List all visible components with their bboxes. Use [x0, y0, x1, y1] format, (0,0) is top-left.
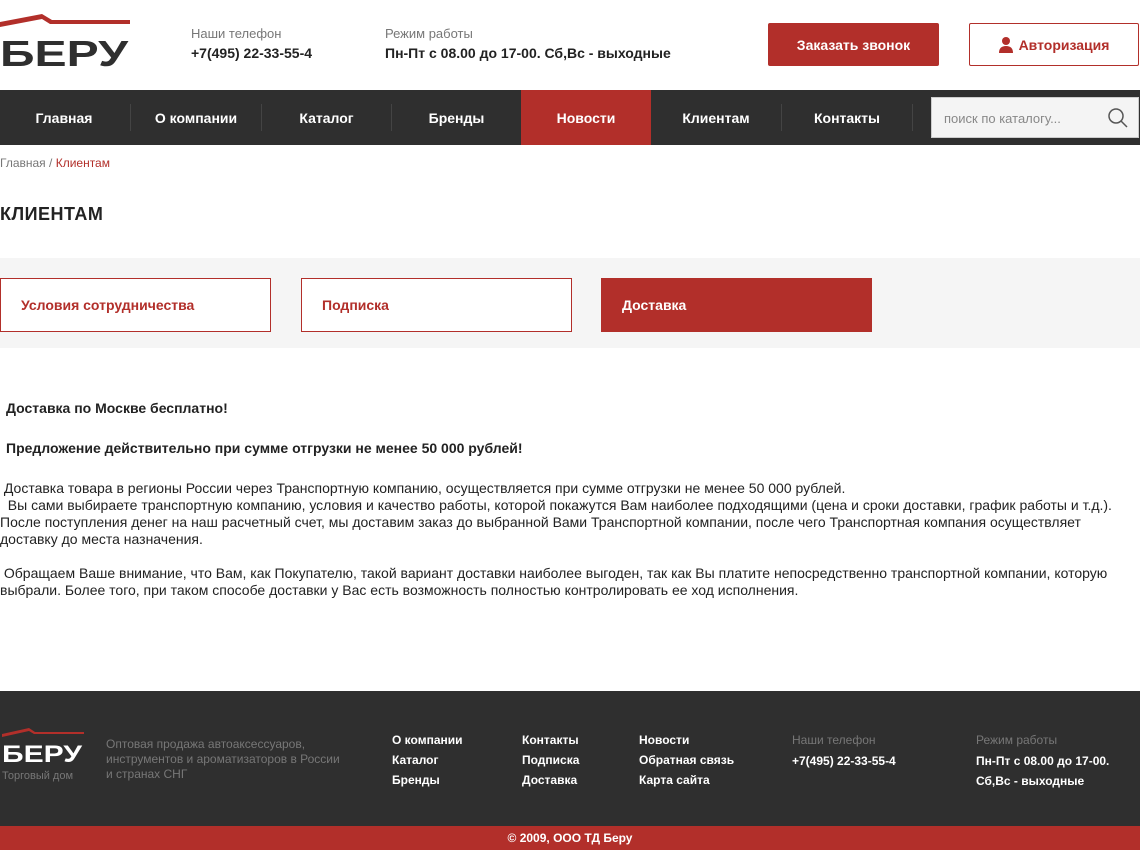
nav-item-brands[interactable]: Бренды [392, 90, 521, 145]
nav-item-clients[interactable]: Клиентам [651, 90, 781, 145]
nav-divider [912, 104, 913, 131]
footer-phone[interactable]: +7(495) 22-33-55-4 [792, 752, 896, 771]
breadcrumb: Главная / Клиентам [0, 156, 110, 170]
tab-subscription[interactable]: Подписка [301, 278, 572, 332]
header: БЕРУ Наши телефон +7(495) 22-33-55-4 Реж… [0, 0, 1140, 90]
footer-description: Оптовая продажа автоаксессуаров, инструм… [106, 737, 340, 781]
footer-phone-label: Наши телефон [792, 733, 876, 747]
header-hours: Пн-Пт с 08.00 до 17-00. Сб,Вс - выходные [385, 45, 671, 61]
header-phone-block: Наши телефон +7(495) 22-33-55-4 [191, 26, 312, 64]
login-button-label: Авторизация [1018, 36, 1110, 53]
login-button[interactable]: Авторизация [969, 23, 1139, 66]
breadcrumb-current: Клиентам [55, 156, 110, 170]
footer-link-about[interactable]: О компании [392, 733, 463, 747]
footer-link-sitemap[interactable]: Карта сайта [639, 773, 710, 787]
breadcrumb-home[interactable]: Главная [0, 156, 46, 170]
footer-link-delivery[interactable]: Доставка [522, 773, 577, 787]
content-paragraph-regions: Доставка товара в регионы России через Т… [0, 480, 846, 496]
order-call-button[interactable]: Заказать звонок [768, 23, 939, 66]
footer-hours-line2: Сб,Вс - выходные [976, 774, 1085, 788]
svg-text:БЕРУ: БЕРУ [2, 741, 83, 764]
footer-link-contacts[interactable]: Контакты [522, 733, 579, 747]
copyright: © 2009, ООО ТД Беру [0, 826, 1140, 850]
header-hours-block: Режим работы Пн-Пт с 08.00 до 17-00. Сб,… [385, 26, 671, 64]
header-hours-label: Режим работы [385, 26, 473, 41]
nav-item-catalog[interactable]: Каталог [262, 90, 391, 145]
content-heading-moscow: Доставка по Москве бесплатно! [6, 400, 228, 416]
catalog-search [931, 97, 1139, 139]
delivery-content: Доставка по Москве бесплатно! Предложени… [0, 400, 1140, 599]
footer-logo[interactable]: БЕРУ [2, 728, 84, 764]
content-heading-minimum: Предложение действительно при сумме отгр… [6, 440, 523, 456]
content-paragraph-notice: Обращаем Ваше внимание, что Вам, как Пок… [0, 565, 1112, 598]
footer-logo-subtitle: Торговый дом [2, 770, 74, 782]
nav-item-home[interactable]: Главная [0, 90, 128, 145]
header-phone[interactable]: +7(495) 22-33-55-4 [191, 42, 312, 64]
tab-delivery[interactable]: Доставка [601, 278, 872, 332]
nav-item-contacts[interactable]: Контакты [782, 90, 912, 145]
logo[interactable]: БЕРУ [0, 14, 130, 70]
footer-link-feedback[interactable]: Обратная связь [639, 753, 734, 767]
nav-item-news[interactable]: Новости [521, 90, 651, 145]
page-title: КЛИЕНТАМ [0, 204, 104, 224]
content-paragraph-transport: Вы сами выбираете транспортную компанию,… [0, 497, 1116, 547]
footer-link-brands[interactable]: Бренды [392, 773, 440, 787]
tab-cooperation-terms[interactable]: Условия сотрудничества [0, 278, 271, 332]
search-icon[interactable] [1106, 106, 1130, 130]
footer-link-news[interactable]: Новости [639, 733, 689, 747]
footer-link-catalog[interactable]: Каталог [392, 753, 439, 767]
footer-hours-label: Режим работы [976, 733, 1058, 747]
user-icon [998, 36, 1013, 53]
header-phone-label: Наши телефон [191, 26, 282, 41]
search-input[interactable] [932, 98, 1106, 139]
nav-item-about[interactable]: О компании [131, 90, 261, 145]
footer-hours-line1: Пн-Пт с 08.00 до 17-00. [976, 754, 1110, 768]
breadcrumb-separator: / [45, 156, 56, 170]
svg-text:БЕРУ: БЕРУ [0, 33, 129, 70]
footer-link-subscription[interactable]: Подписка [522, 753, 579, 767]
